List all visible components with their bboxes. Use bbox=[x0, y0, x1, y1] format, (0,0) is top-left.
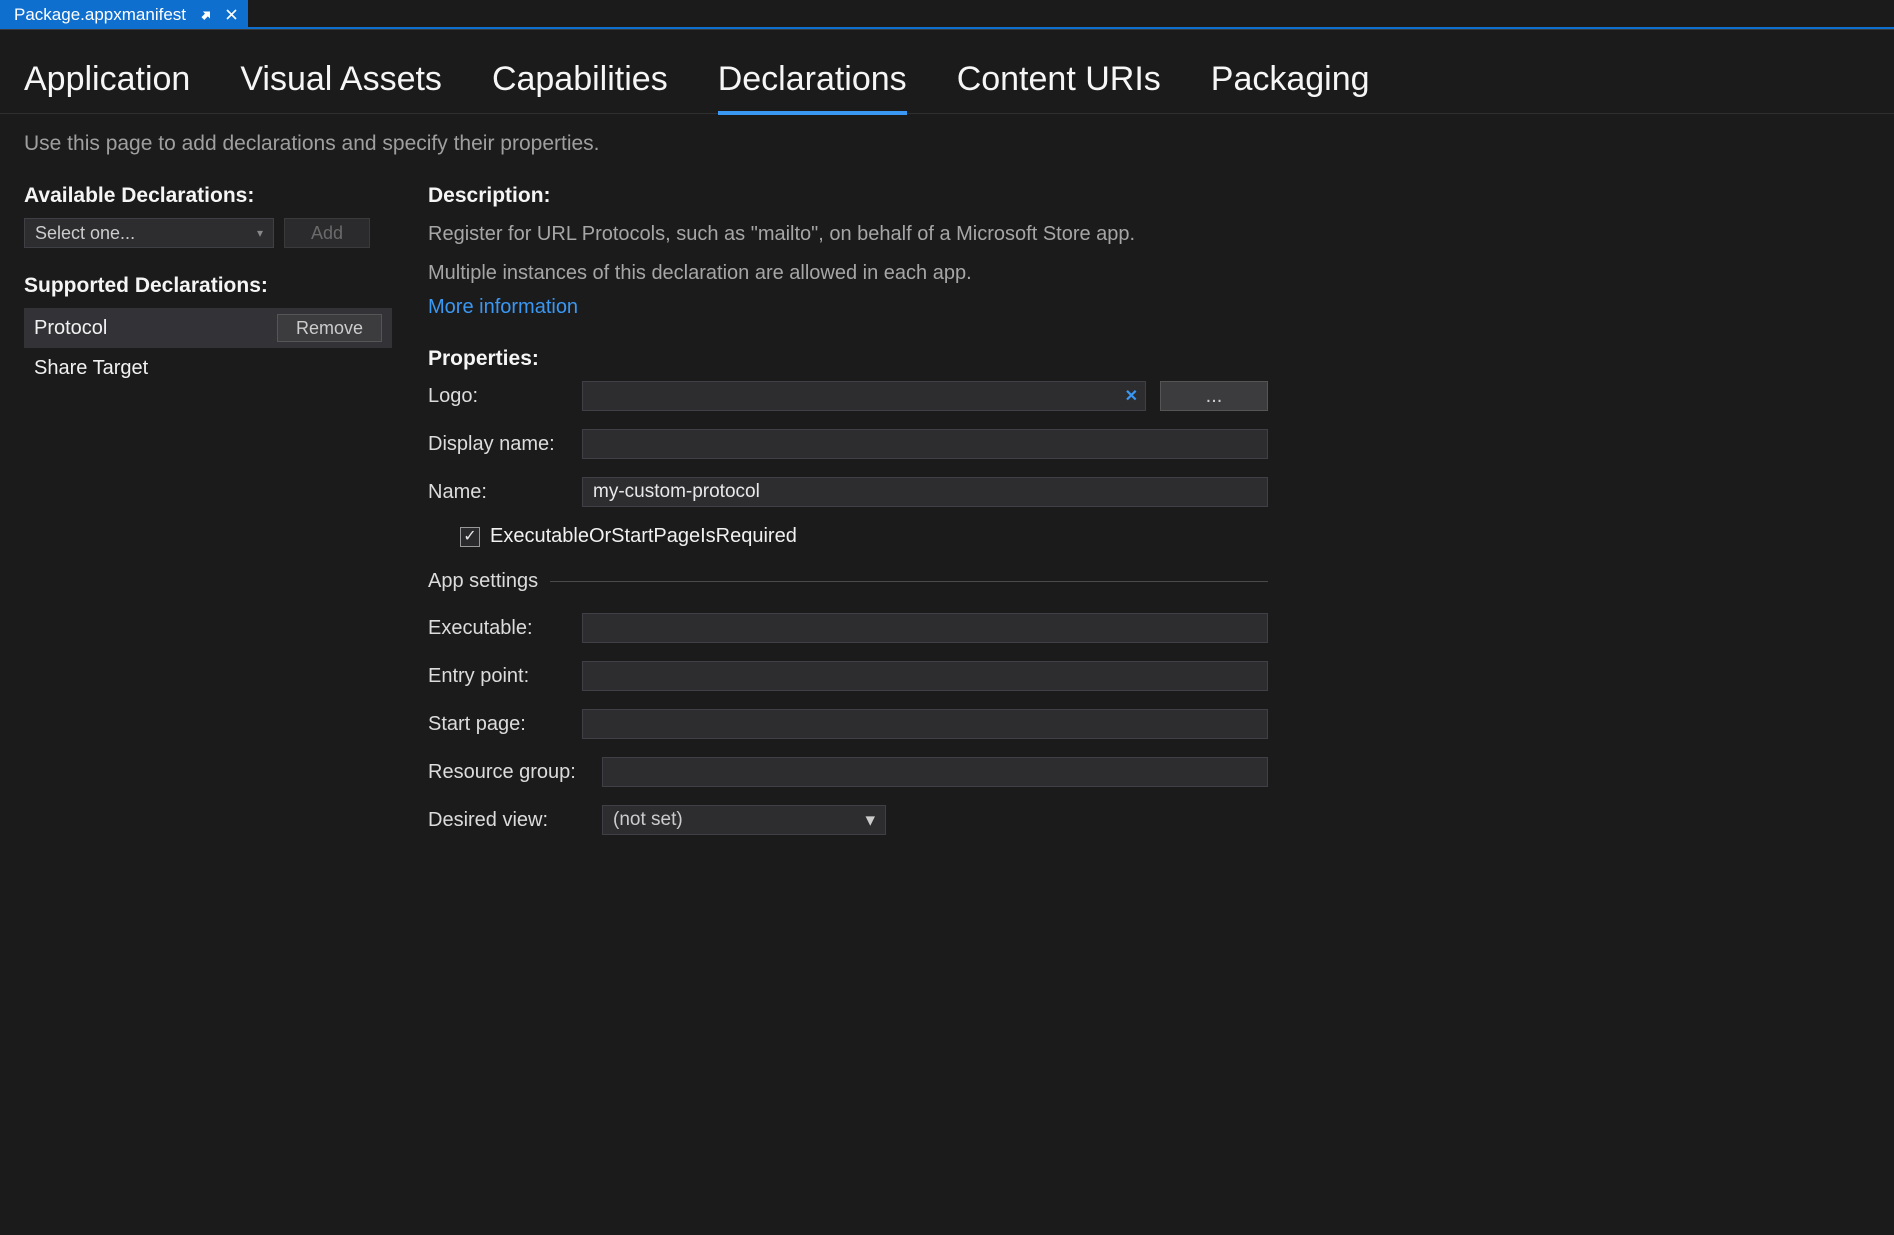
executable-required-label: ExecutableOrStartPageIsRequired bbox=[490, 525, 797, 548]
description-line: Multiple instances of this declaration a… bbox=[428, 257, 1268, 290]
entry-point-input[interactable] bbox=[582, 661, 1268, 691]
display-name-input[interactable] bbox=[582, 429, 1268, 459]
description-line: Register for URL Protocols, such as "mai… bbox=[428, 218, 1268, 251]
app-settings-group-label: App settings bbox=[428, 570, 538, 593]
tab-capabilities[interactable]: Capabilities bbox=[492, 60, 668, 111]
divider-rule bbox=[550, 581, 1268, 582]
pin-icon[interactable] bbox=[198, 8, 212, 22]
executable-label: Executable: bbox=[428, 617, 568, 640]
logo-input[interactable] bbox=[582, 381, 1146, 411]
dropdown-placeholder: Select one... bbox=[35, 223, 135, 244]
tab-well-underline bbox=[248, 27, 1894, 29]
tab-visual-assets[interactable]: Visual Assets bbox=[240, 60, 442, 111]
clear-icon[interactable]: ✕ bbox=[1125, 386, 1138, 406]
available-declarations-label: Available Declarations: bbox=[24, 184, 392, 208]
display-name-label: Display name: bbox=[428, 433, 568, 456]
desired-view-value: (not set) bbox=[613, 809, 683, 831]
tab-application[interactable]: Application bbox=[24, 60, 190, 111]
available-declarations-dropdown[interactable]: Select one... ▾ bbox=[24, 218, 274, 248]
declaration-item-share-target[interactable]: Share Target bbox=[24, 348, 392, 388]
browse-logo-button[interactable]: ... bbox=[1160, 381, 1268, 411]
document-tab-title: Package.appxmanifest bbox=[14, 5, 186, 25]
page-hint: Use this page to add declarations and sp… bbox=[0, 114, 1894, 184]
resource-group-label: Resource group: bbox=[428, 761, 588, 784]
executable-input[interactable] bbox=[582, 613, 1268, 643]
add-declaration-button[interactable]: Add bbox=[284, 218, 370, 248]
entry-point-label: Entry point: bbox=[428, 665, 568, 688]
resource-group-input[interactable] bbox=[602, 757, 1268, 787]
document-tab-strip: Package.appxmanifest bbox=[0, 0, 1894, 30]
description-label: Description: bbox=[428, 184, 1268, 208]
supported-declarations-label: Supported Declarations: bbox=[24, 274, 392, 298]
properties-label: Properties: bbox=[428, 347, 1268, 371]
chevron-down-icon: ▾ bbox=[257, 226, 263, 240]
logo-label: Logo: bbox=[428, 385, 568, 408]
document-tab[interactable]: Package.appxmanifest bbox=[0, 0, 248, 29]
tab-declarations[interactable]: Declarations bbox=[718, 60, 907, 115]
tab-packaging[interactable]: Packaging bbox=[1211, 60, 1370, 111]
declaration-item-label: Protocol bbox=[34, 317, 107, 340]
chevron-down-icon: ▾ bbox=[865, 809, 875, 832]
desired-view-dropdown[interactable]: (not set) ▾ bbox=[602, 805, 886, 835]
close-icon[interactable] bbox=[224, 8, 238, 22]
desired-view-label: Desired view: bbox=[428, 809, 588, 832]
start-page-label: Start page: bbox=[428, 713, 568, 736]
start-page-input[interactable] bbox=[582, 709, 1268, 739]
tab-content-uris[interactable]: Content URIs bbox=[957, 60, 1161, 111]
declaration-item-protocol[interactable]: Protocol Remove bbox=[24, 308, 392, 348]
more-information-link[interactable]: More information bbox=[428, 296, 1268, 319]
name-label: Name: bbox=[428, 481, 568, 504]
remove-declaration-button[interactable]: Remove bbox=[277, 314, 382, 342]
executable-required-checkbox[interactable] bbox=[460, 527, 480, 547]
name-input[interactable] bbox=[582, 477, 1268, 507]
declaration-item-label: Share Target bbox=[34, 357, 148, 380]
manifest-nav-tabs: Application Visual Assets Capabilities D… bbox=[0, 30, 1894, 114]
